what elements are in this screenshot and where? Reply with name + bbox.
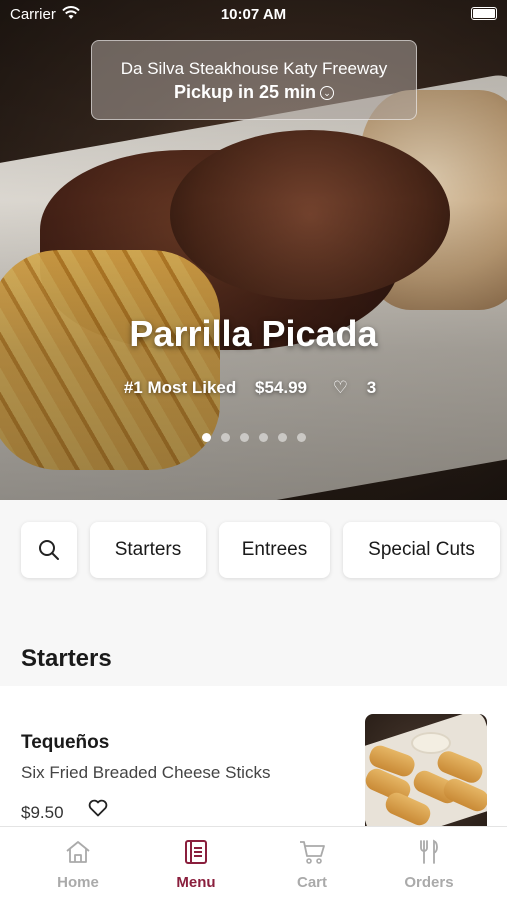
featured-dish-name: Parrilla Picada (129, 313, 378, 354)
carousel-dot[interactable] (220, 433, 230, 442)
search-button[interactable] (21, 522, 77, 578)
home-icon (66, 841, 90, 863)
category-chip-special-cuts[interactable]: Special Cuts (343, 522, 500, 578)
category-bar: Starters Entrees Special Cuts (0, 500, 507, 620)
search-icon (39, 540, 59, 560)
cart-icon (300, 841, 325, 864)
menu-icon (185, 840, 207, 864)
tab-cart[interactable]: Cart (249, 827, 375, 900)
featured-dish-price: $54.99 (254, 378, 307, 397)
carousel-dot[interactable] (201, 433, 211, 442)
carousel-dot[interactable] (239, 433, 249, 442)
menu-item-name: Tequeños (21, 732, 110, 753)
tab-menu-label: Menu (176, 874, 216, 891)
tab-orders[interactable]: Orders (366, 827, 492, 900)
like-count: 3 (366, 378, 377, 397)
menu-item-card[interactable]: Tequeños Six Fried Breaded Cheese Sticks… (0, 686, 507, 826)
menu-item-price: $9.50 (21, 803, 64, 822)
battery-icon (471, 7, 497, 20)
carousel-indicator[interactable] (0, 429, 507, 447)
heart-icon: ♡ (332, 378, 348, 397)
tab-bar: Home Menu Cart Orders (0, 826, 507, 900)
carousel-dot[interactable] (277, 433, 287, 442)
featured-dish-likes[interactable]: ♡ 3 (326, 378, 383, 397)
tab-menu[interactable]: Menu (133, 827, 259, 900)
pickup-time-label: Pickup in 25 min (173, 82, 317, 102)
pickup-selector[interactable]: Da Silva Steakhouse Katy Freeway Pickup … (91, 40, 417, 120)
tab-home[interactable]: Home (15, 827, 141, 900)
tab-home-label: Home (57, 874, 99, 891)
category-chip-entrees[interactable]: Entrees (219, 522, 330, 578)
fork-knife-icon (420, 839, 438, 864)
clock: 10:07 AM (220, 6, 287, 23)
heart-icon[interactable] (88, 799, 108, 817)
menu-item-description: Six Fried Breaded Cheese Sticks (21, 763, 271, 782)
menu-item-image (365, 714, 487, 826)
featured-dish-rank: #1 Most Liked (123, 378, 237, 397)
chevron-down-icon: ⌄ (320, 86, 335, 100)
carousel-dot[interactable] (258, 433, 268, 442)
tab-orders-label: Orders (404, 874, 454, 891)
featured-dish-meta: #1 Most Liked $54.99 ♡ 3 (0, 378, 507, 398)
hero-banner[interactable]: Carrier 10:07 AM Da Silva Steakhouse Kat… (0, 0, 507, 500)
status-bar: Carrier 10:07 AM (0, 0, 507, 30)
section-title: Starters (21, 645, 112, 672)
category-chip-starters[interactable]: Starters (90, 522, 206, 578)
restaurant-name: Da Silva Steakhouse Katy Freeway (120, 59, 388, 78)
carousel-dot[interactable] (296, 433, 306, 442)
pickup-time[interactable]: Pickup in 25 min ⌄ (92, 82, 416, 103)
tab-cart-label: Cart (296, 874, 327, 891)
